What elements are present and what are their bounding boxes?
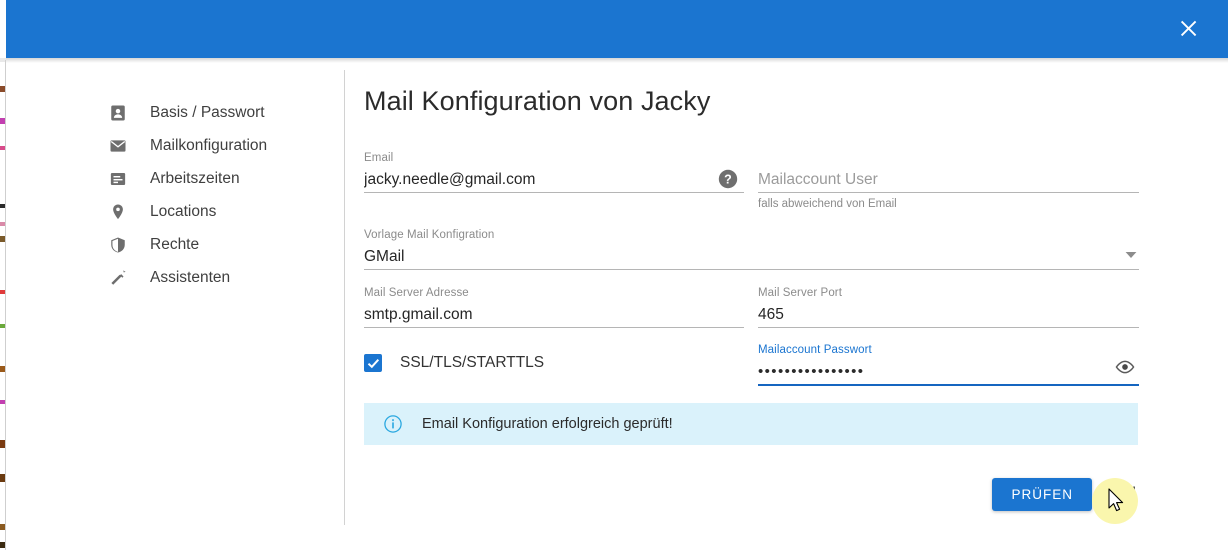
mailaccount-user-input[interactable]: Mailaccount User <box>758 167 1139 192</box>
mail-server-address-underline <box>364 327 744 328</box>
mail-server-address-input[interactable]: smtp.gmail.com <box>364 302 744 327</box>
sidebar-item-label: Rechte <box>150 235 200 253</box>
mail-server-port-underline <box>758 327 1139 328</box>
mail-server-port-label: Mail Server Port <box>758 287 843 299</box>
sidebar-item-basis-passwort[interactable]: Basis / Passwort <box>6 96 344 129</box>
sidebar-item-label: Mailkonfiguration <box>150 136 268 154</box>
vorlage-field-group: Vorlage Mail Konfigration GMail <box>364 229 1139 270</box>
sidebar-item-label: Basis / Passwort <box>150 103 265 121</box>
mail-server-address-field-group: Mail Server Adresse smtp.gmail.com <box>364 287 744 328</box>
refresh-icon[interactable] <box>1118 484 1140 506</box>
page-title: Mail Konfiguration von Jacky <box>364 86 711 116</box>
pruefen-button[interactable]: PRÜFEN <box>992 478 1092 511</box>
mailaccount-password-label: Mailaccount Passwort <box>758 344 872 356</box>
shield-icon <box>108 235 128 255</box>
sidebar-item-label: Assistenten <box>150 268 231 286</box>
sidebar: Basis / Passwort Mailkonfiguration Arbei… <box>6 63 344 550</box>
info-banner: Email Konfiguration erfolgreich geprüft! <box>364 403 1138 445</box>
sidebar-item-label: Locations <box>150 202 217 220</box>
email-input[interactable]: jacky.needle@gmail.com <box>364 167 744 192</box>
check-icon <box>367 358 379 368</box>
email-field-group: Email jacky.needle@gmail.com ? <box>364 152 744 193</box>
action-bar: PRÜFEN <box>992 478 1140 511</box>
mailaccount-user-underline <box>758 192 1139 193</box>
sidebar-item-assistenten[interactable]: Assistenten <box>6 261 344 294</box>
sidebar-content-divider <box>344 70 345 525</box>
magic-wand-icon <box>108 268 128 288</box>
dialog-header <box>6 0 1228 58</box>
mailaccount-user-label <box>758 152 1139 167</box>
sidebar-item-arbeitszeiten[interactable]: Arbeitszeiten <box>6 162 344 195</box>
sidebar-item-mailkonfiguration[interactable]: Mailkonfiguration <box>6 129 344 162</box>
info-circle-icon <box>384 415 402 433</box>
help-circle-icon[interactable]: ? <box>718 169 738 189</box>
dialog-body: Basis / Passwort Mailkonfiguration Arbei… <box>6 63 1228 550</box>
mail-server-port-field-group: Mail Server Port 465 <box>758 287 1139 328</box>
ssl-checkbox-label: SSL/TLS/STARTTLS <box>400 354 545 371</box>
vorlage-select[interactable]: GMail <box>364 244 1139 269</box>
vorlage-label: Vorlage Mail Konfigration <box>364 229 495 241</box>
ssl-checkbox[interactable] <box>364 354 382 372</box>
sidebar-item-label: Arbeitszeiten <box>150 169 240 187</box>
mail-server-port-input[interactable]: 465 <box>758 302 1139 327</box>
info-banner-text: Email Konfiguration erfolgreich geprüft! <box>422 416 673 432</box>
mailaccount-password-underline <box>758 384 1139 386</box>
sidebar-item-locations[interactable]: Locations <box>6 195 344 228</box>
eye-icon[interactable] <box>1115 360 1135 380</box>
mailaccount-user-field-group: Mailaccount User falls abweichend von Em… <box>758 152 1139 210</box>
content-pane: Mail Konfiguration von Jacky Email jacky… <box>359 63 1228 550</box>
envelope-icon <box>108 136 128 156</box>
ssl-checkbox-row[interactable]: SSL/TLS/STARTTLS <box>364 354 544 372</box>
person-badge-icon <box>108 103 128 123</box>
timesheet-icon <box>108 169 128 189</box>
email-underline <box>364 192 744 193</box>
sidebar-item-rechte[interactable]: Rechte <box>6 228 344 261</box>
svg-text:?: ? <box>724 173 732 187</box>
vorlage-underline <box>364 269 1139 270</box>
location-pin-icon <box>108 202 128 222</box>
chevron-down-icon[interactable] <box>1125 251 1137 263</box>
close-button[interactable] <box>1172 13 1204 45</box>
mailaccount-password-input[interactable]: •••••••••••••••• <box>758 359 1139 384</box>
mail-server-address-label: Mail Server Adresse <box>364 287 469 299</box>
mailaccount-password-field-group: Mailaccount Passwort •••••••••••••••• <box>758 344 1139 386</box>
dialog-root: Basis / Passwort Mailkonfiguration Arbei… <box>0 0 1228 550</box>
email-label: Email <box>364 152 394 164</box>
mailaccount-user-hint: falls abweichend von Email <box>758 198 897 210</box>
close-icon <box>1180 20 1197 37</box>
